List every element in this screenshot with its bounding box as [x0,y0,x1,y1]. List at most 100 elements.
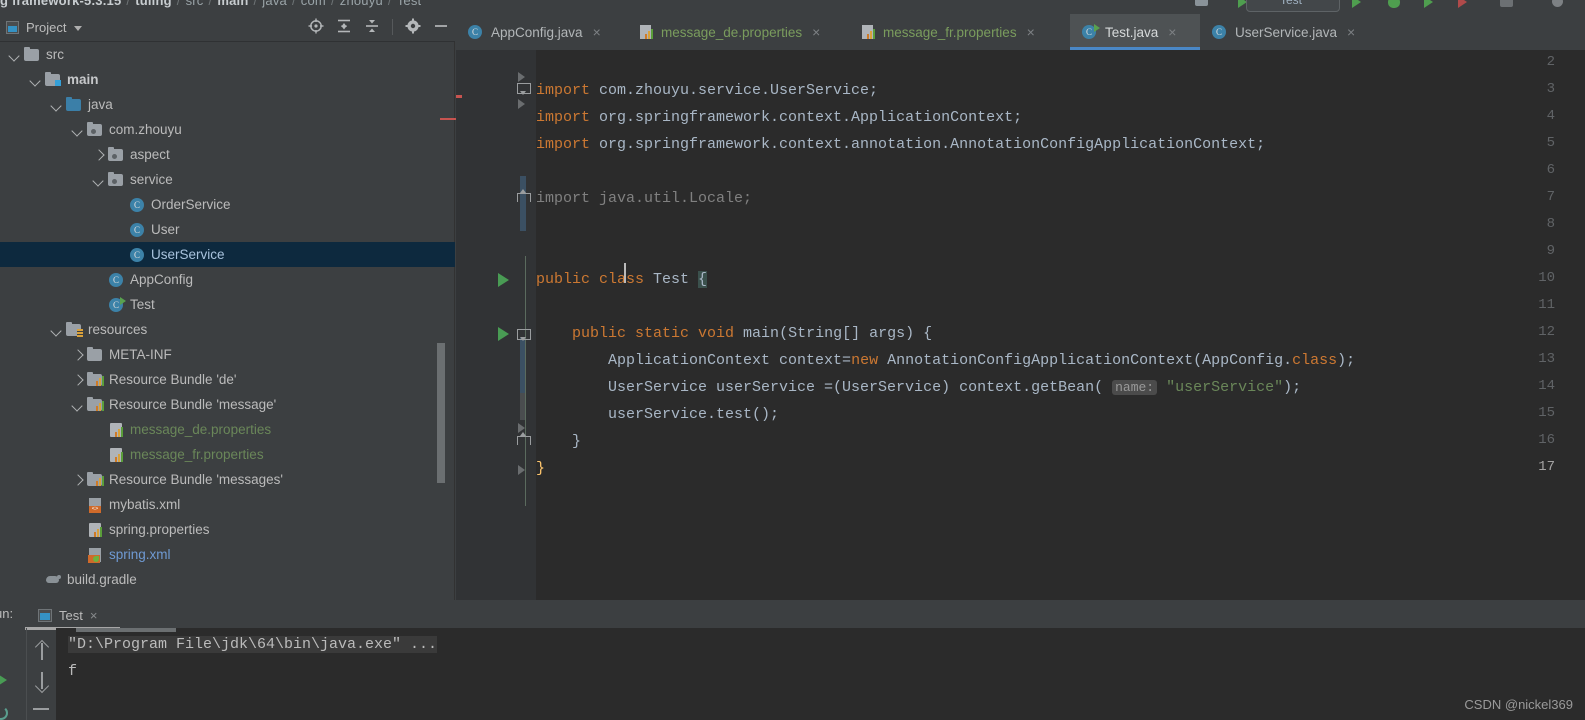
tree-item-main[interactable]: main [0,67,455,92]
chevron-down-icon[interactable] [29,73,42,86]
run-gutter-icon[interactable] [498,273,509,287]
stop-icon[interactable] [1500,0,1514,10]
chevron-right-icon[interactable] [71,348,84,361]
tree-item-message-de-properties[interactable]: message_de.properties [0,417,455,442]
profiler-icon[interactable] [1458,0,1472,10]
hide-panel-icon[interactable] [433,18,449,36]
debug-icon[interactable] [1388,0,1402,10]
close-icon[interactable]: × [1347,24,1355,40]
rerun-icon[interactable] [0,673,7,687]
code-line[interactable]: } [536,428,581,455]
code-line[interactable]: import java.util.Locale; [536,185,752,212]
chevron-down-icon[interactable] [8,48,21,61]
chevron-down-icon[interactable] [50,98,63,111]
collapse-all-icon[interactable] [364,18,380,36]
tree-item-src[interactable]: src [0,42,455,67]
fold-region-icon[interactable] [517,329,531,341]
fold-collapsed-icon[interactable] [518,465,525,475]
code-line[interactable]: public class Test { [536,266,708,293]
chevron-right-icon[interactable] [92,148,105,161]
chevron-down-icon[interactable] [92,173,105,186]
project-tree-scrollbar[interactable] [437,343,445,483]
settings-gear-icon[interactable] [405,18,421,36]
code-line[interactable]: import com.zhouyu.service.UserService; [536,77,878,104]
breadcrumb[interactable]: g framework-5.3.15 / tuling / src / main / java /… [0,0,421,8]
editor-tab-message-de-properties[interactable]: message_de.properties × [626,14,848,50]
code-line[interactable]: import org.springframework.context.Appli… [536,104,1022,131]
run-gutter-icon[interactable] [498,327,509,341]
chevron-right-icon[interactable] [71,473,84,486]
tree-item-orderservice[interactable]: C OrderService [0,192,455,217]
fold-region-end-icon[interactable] [517,189,531,205]
close-icon[interactable]: × [1168,24,1176,40]
search-everywhere-icon[interactable] [1552,0,1566,10]
tree-item-build-gradle[interactable]: build.gradle [0,567,455,592]
tree-item-appconfig[interactable]: C AppConfig [0,267,455,292]
editor-tab-bar[interactable]: C AppConfig.java × message_de.properties × me… [456,14,1585,50]
run-tab-test[interactable]: Test × [38,604,97,626]
editor-gutter[interactable] [456,50,528,600]
close-icon[interactable]: × [593,24,601,40]
chevron-down-icon[interactable] [74,26,83,31]
soft-wrap-icon[interactable] [33,708,49,710]
fold-region-end-icon[interactable] [517,432,531,448]
chevron-right-icon[interactable] [71,373,84,386]
editor-tab-test-java[interactable]: C Test.java × [1070,14,1200,50]
tree-item-mybatis-xml[interactable]: mybatis.xml [0,492,455,517]
code-line[interactable]: import org.springframework.context.annot… [536,131,1265,158]
run-icon[interactable] [1352,0,1366,10]
tree-item-resources[interactable]: resources [0,317,455,342]
class-icon: C [129,197,146,213]
tree-item-java[interactable]: java [0,92,455,117]
editor-tab-message-fr-properties[interactable]: message_fr.properties × [848,14,1070,50]
run-with-coverage-icon[interactable] [1424,0,1438,10]
code-line[interactable]: UserService userService =(UserService) c… [536,374,1301,401]
tree-item-resource-bundle-message[interactable]: Resource Bundle 'message' [0,392,455,417]
code-area[interactable]: 2 3 4 5 6 7 8 9 10 11 12 13 14 15 16 17 import com.zhou… [456,50,1585,600]
folder-blue-icon [66,96,83,113]
tree-item-test[interactable]: C Test [0,292,455,317]
project-tree[interactable]: src main java com.zhouyu aspect service C Order… [0,42,455,600]
console-scrollbar[interactable] [76,628,176,632]
console-output[interactable]: "D:\Program File\jdk\64\bin\java.exe" ..… [56,628,1585,720]
tree-item-com-zhouyu[interactable]: com.zhouyu [0,117,455,142]
code-line[interactable]: public static void main(String[] args) { [536,320,932,347]
tree-item-userservice[interactable]: C UserService [0,242,455,267]
scroll-up-icon[interactable] [35,640,48,660]
source-code[interactable]: import com.zhouyu.service.UserService; im… [536,50,1585,600]
fold-collapsed-icon[interactable] [518,72,525,82]
hammer-build-icon[interactable] [1195,0,1209,10]
tree-item-message-fr-properties[interactable]: message_fr.properties [0,442,455,467]
editor-tab-userservice-java[interactable]: C UserService.java × [1200,14,1385,50]
tree-item-resource-bundle-messages[interactable]: Resource Bundle 'messages' [0,467,455,492]
editor-tab-appconfig-java[interactable]: C AppConfig.java × [456,14,626,50]
tree-item-resource-bundle-de[interactable]: Resource Bundle 'de' [0,367,455,392]
editor-fold-gutter[interactable] [528,50,536,600]
tree-item-spring-xml[interactable]: spring.xml [0,542,455,567]
restart-icon[interactable] [0,706,8,720]
code-line[interactable]: } [536,455,545,482]
close-icon[interactable]: × [812,24,820,40]
chevron-down-icon[interactable] [71,123,84,136]
tree-item-aspect[interactable]: aspect [0,142,455,167]
code-token: ApplicationContext context= [536,352,852,369]
fold-region-icon[interactable] [517,83,531,95]
fold-collapsed-icon[interactable] [518,99,525,109]
chevron-down-icon[interactable] [71,398,84,411]
close-icon[interactable]: × [90,608,98,623]
tree-item-user[interactable]: C User [0,217,455,242]
tree-item-service[interactable]: service [0,167,455,192]
expand-all-icon[interactable] [336,18,352,36]
close-icon[interactable]: × [1027,24,1035,40]
code-line[interactable]: userService.test(); [536,401,779,428]
project-title-group[interactable]: Project [6,20,83,35]
locate-icon[interactable] [308,18,324,36]
watermark: CSDN @nickel369 [1464,697,1573,712]
tree-item-meta-inf[interactable]: META-INF [0,342,455,367]
chevron-down-icon[interactable] [50,323,63,336]
tree-item-spring-properties[interactable]: spring.properties [0,517,455,542]
properties-icon [638,24,654,40]
code-line[interactable]: ApplicationContext context=new Annotatio… [536,347,1355,374]
scroll-down-icon[interactable] [35,672,48,692]
